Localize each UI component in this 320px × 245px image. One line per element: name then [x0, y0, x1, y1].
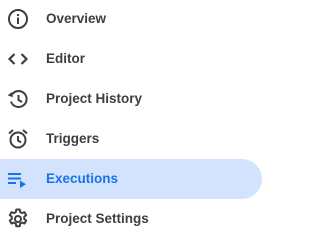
sidebar-item-editor[interactable]: Editor [0, 39, 262, 79]
code-icon [7, 53, 29, 65]
history-icon [7, 90, 28, 108]
sidebar-item-label: Editor [46, 51, 85, 66]
sidebar-item-label: Project History [46, 91, 143, 106]
playlist-play-icon [8, 173, 26, 188]
gear-icon [8, 208, 28, 228]
sidebar-item-executions[interactable]: Executions [0, 159, 262, 199]
sidebar-item-project-history[interactable]: Project History [0, 79, 262, 119]
sidebar-item-label: Project Settings [46, 211, 149, 226]
info-icon [8, 9, 28, 29]
sidebar-item-label: Overview [46, 11, 107, 26]
sidebar-item-triggers[interactable]: Triggers [0, 119, 262, 159]
sidebar-item-overview[interactable]: Overview [0, 0, 262, 39]
sidebar-nav: Overview Editor Project History Triggers [0, 0, 264, 245]
sidebar-item-label: Triggers [46, 131, 100, 146]
sidebar-item-project-settings[interactable]: Project Settings [0, 199, 262, 239]
sidebar-item-label: Executions [46, 171, 119, 186]
alarm-clock-icon [8, 129, 28, 149]
